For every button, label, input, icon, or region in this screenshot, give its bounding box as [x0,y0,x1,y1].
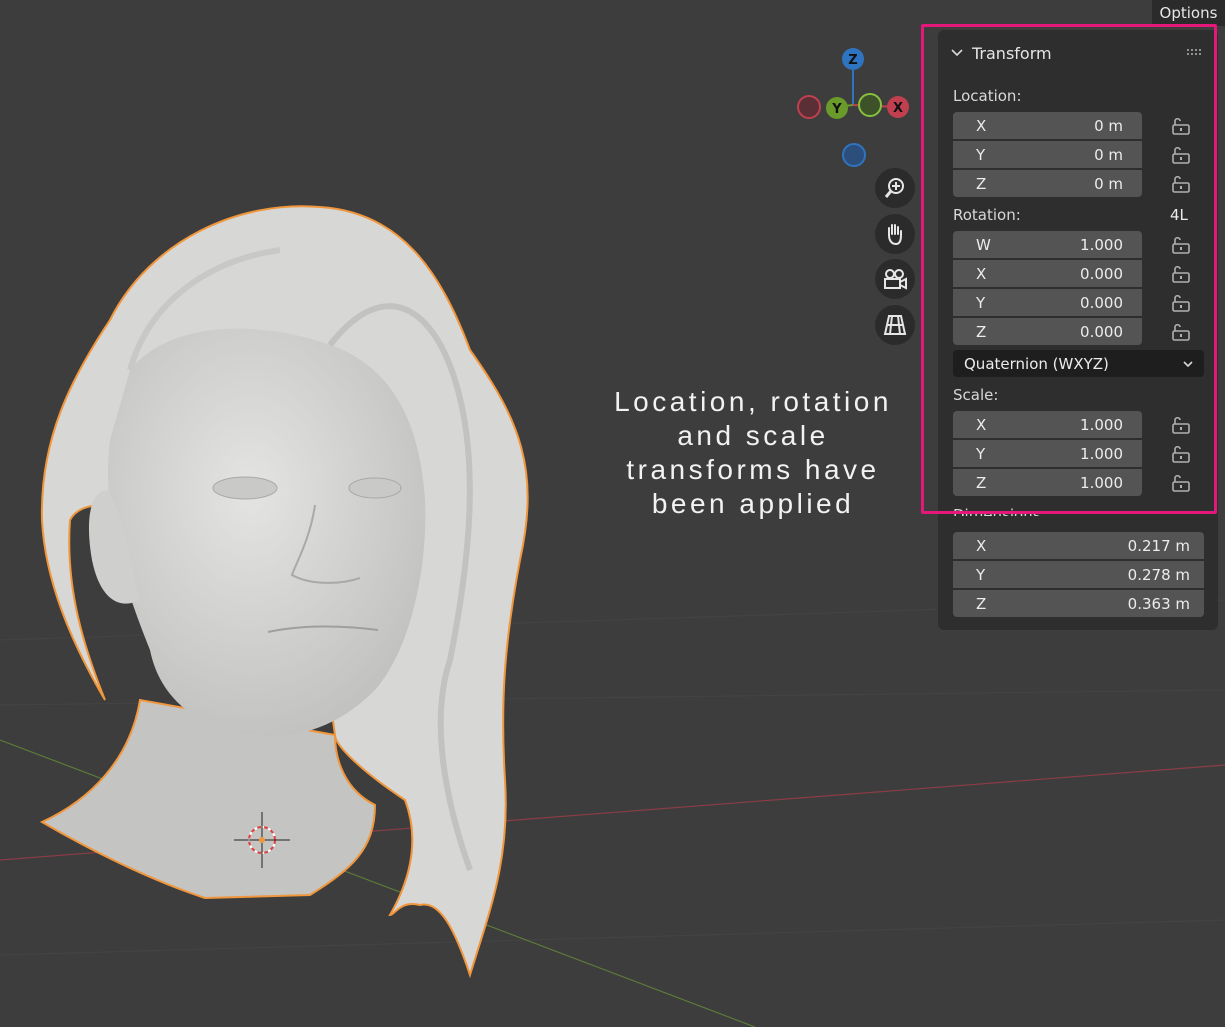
gizmo-z-label: Z [848,53,857,68]
lock-icon[interactable] [1170,235,1192,255]
field-value: 0 m [1094,116,1123,135]
axis-label: Y [976,293,986,312]
camera-view-button[interactable] [875,259,915,299]
navigation-gizmo[interactable]: Z Y X [797,48,909,167]
annotation-line: and scale [677,420,829,451]
lock-icon[interactable] [1170,145,1192,165]
field-value: 0.000 [1080,322,1123,341]
annotation-line: transforms have [626,454,880,485]
field-value: 1.000 [1080,235,1123,254]
transform-panel-header[interactable]: Transform [950,40,1212,66]
rotation-mode-value: Quaternion (WXYZ) [964,354,1109,373]
rotation-mode-dropdown[interactable]: Quaternion (WXYZ) [953,350,1204,377]
lock-icon[interactable] [1170,444,1192,464]
annotation-line: Location, rotation [614,386,892,417]
zoom-button[interactable] [875,168,915,208]
scale-y-field[interactable]: Y 1.000 [953,440,1142,467]
field-value: 0 m [1094,174,1123,193]
drag-handle-icon[interactable] [1186,48,1202,56]
lock-icon[interactable] [1170,322,1192,342]
axis-label: X [976,116,987,135]
gizmo-neg-z[interactable] [842,143,866,167]
field-value: 0.363 m [1127,594,1190,613]
camera-icon [884,269,907,290]
field-value: 0.217 m [1127,536,1190,555]
options-button[interactable]: Options [1152,0,1225,26]
axis-label: X [976,264,987,283]
lock-icon[interactable] [1170,116,1192,136]
gizmo-neg-y[interactable] [858,93,882,117]
axis-label: X [976,536,987,555]
neck-mesh [39,698,377,900]
lock-icon[interactable] [1170,415,1192,435]
axis-label: Z [976,473,987,492]
rotation-lock-4l-toggle[interactable]: 4L [1170,206,1188,224]
left-eye [212,476,278,500]
gizmo-x-label: X [893,101,903,116]
dimensions-label: Dimensions: [953,506,1046,516]
zoom-icon [884,178,904,198]
annotation-text: Location, rotation and scale transforms … [588,385,918,521]
pan-button[interactable] [875,214,915,254]
location-y-field[interactable]: Y 0 m [953,141,1142,168]
grid-line [0,919,1225,956]
lock-icon[interactable] [1170,174,1192,194]
field-value: 1.000 [1080,473,1123,492]
rotation-x-field[interactable]: X 0.000 [953,260,1142,287]
hand-pan-icon [888,224,902,246]
rotation-w-field[interactable]: W 1.000 [953,231,1142,258]
field-value: 0.000 [1080,293,1123,312]
chevron-down-icon [951,49,963,57]
rotation-label: Rotation: [953,206,1021,224]
axis-label: Y [976,565,986,584]
axis-label: Y [976,145,986,164]
lock-icon[interactable] [1170,264,1192,284]
perspective-toggle-button[interactable] [875,305,915,345]
gizmo-neg-x[interactable] [797,95,821,119]
axis-label: W [976,235,991,254]
dimensions-z-field[interactable]: Z 0.363 m [953,590,1204,617]
dimensions-y-field[interactable]: Y 0.278 m [953,561,1204,588]
gizmo-y-label: Y [831,102,842,117]
dimensions-x-field[interactable]: X 0.217 m [953,532,1204,559]
axis-label: X [976,415,987,434]
annotation-line: been applied [651,488,855,519]
axis-label: Z [976,322,987,341]
field-value: 0.278 m [1127,565,1190,584]
axis-label: Y [976,444,986,463]
axis-label: Z [976,174,987,193]
panel-title: Transform [972,43,1052,63]
scale-x-field[interactable]: X 1.000 [953,411,1142,438]
location-label: Location: [953,87,1022,105]
face-mesh [108,328,426,736]
field-value: 1.000 [1080,415,1123,434]
location-x-field[interactable]: X 0 m [953,112,1142,139]
location-z-field[interactable]: Z 0 m [953,170,1142,197]
axis-label: Z [976,594,987,613]
right-eye [348,477,402,499]
lock-icon[interactable] [1170,473,1192,493]
3d-viewport[interactable]: Z Y X Options Location, rotation and sca… [0,0,1225,1027]
scale-z-field[interactable]: Z 1.000 [953,469,1142,496]
field-value: 0 m [1094,145,1123,164]
field-value: 0.000 [1080,264,1123,283]
rotation-y-field[interactable]: Y 0.000 [953,289,1142,316]
rotation-z-field[interactable]: Z 0.000 [953,318,1142,345]
chevron-down-icon [1183,360,1193,367]
field-value: 1.000 [1080,444,1123,463]
scale-label: Scale: [953,386,999,404]
perspective-grid-icon [883,315,907,335]
lock-icon[interactable] [1170,293,1192,313]
